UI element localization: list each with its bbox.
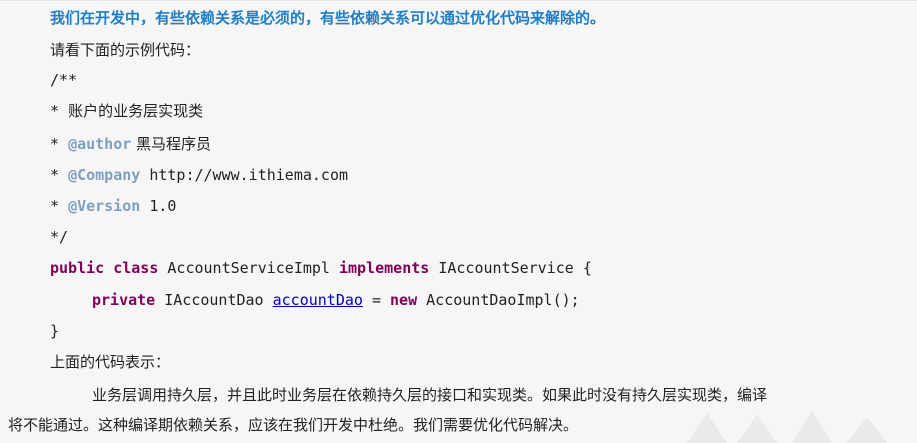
company-value: http://www.ithiema.com: [140, 166, 349, 184]
field-name: accountDao: [272, 291, 363, 309]
comment-prefix: *: [50, 166, 69, 184]
code-line-version: * @Version 1.0: [50, 196, 176, 216]
code-line-author: * @author 黑马程序员: [50, 134, 211, 154]
code-line-company: * @Company http://www.ithiema.com: [50, 165, 348, 185]
code-line-class-declaration: public class AccountServiceImpl implemen…: [50, 258, 592, 278]
comment-prefix: *: [50, 135, 69, 153]
code-line-class-close: }: [50, 322, 60, 340]
explanation-label: 上面的代码表示：: [50, 353, 171, 371]
class-description-text: 账户的业务层实现类: [68, 102, 204, 120]
keyword-private: private: [92, 291, 156, 309]
code-line-field-declaration: private IAccountDao accountDao = new Acc…: [92, 290, 580, 310]
comment-prefix: *: [50, 197, 69, 215]
field-type: IAccountDao: [155, 291, 273, 309]
keyword-new: new: [390, 291, 418, 309]
comment-prefix: *: [50, 102, 69, 120]
constructor-call: AccountDaoImpl();: [417, 291, 580, 309]
keyword-implements: implements: [339, 259, 430, 277]
intro-text: 请看下面的示例代码：: [50, 41, 201, 59]
watermark-graphic: [687, 411, 887, 443]
company-tag: @Company: [68, 166, 141, 184]
author-value: 黑马程序员: [131, 135, 212, 153]
class-name: AccountServiceImpl: [158, 259, 339, 277]
code-line-class-description: * 账户的业务层实现类: [50, 101, 203, 121]
interface-name: IAccountService {: [429, 259, 592, 277]
explanation-paragraph-line-2: 将不能通过。这种编译期依赖关系，应该在我们开发中杜绝。我们需要优化代码解决。: [8, 416, 579, 434]
code-line-comment-open: /**: [50, 71, 78, 89]
section-heading: 我们在开发中，有些依赖关系是必须的，有些依赖关系可以通过优化代码来解除的。: [50, 9, 606, 27]
version-tag: @Version: [68, 197, 141, 215]
version-value: 1.0: [140, 197, 177, 215]
keyword-public-class: public class: [50, 259, 159, 277]
code-line-comment-close: */: [50, 228, 69, 246]
assignment-operator: =: [362, 291, 391, 309]
author-tag: @author: [68, 135, 132, 153]
explanation-paragraph-line-1: 业务层调用持久层，并且此时业务层在依赖持久层的接口和实现类。如果此时没有持久层实…: [92, 386, 768, 404]
document-page: 我们在开发中，有些依赖关系是必须的，有些依赖关系可以通过优化代码来解除的。 请看…: [0, 0, 917, 443]
